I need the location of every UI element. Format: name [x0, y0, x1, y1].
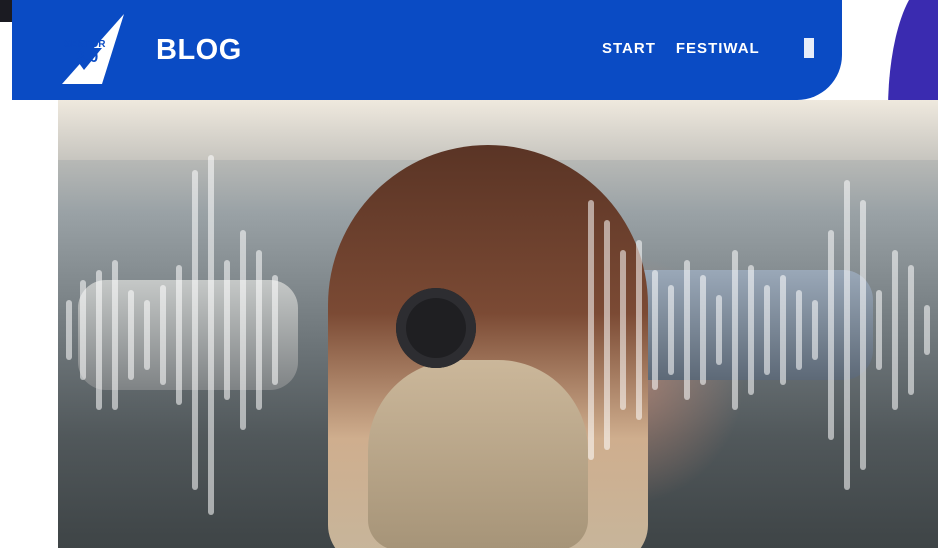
- hero-image: [58, 100, 938, 548]
- nav-festiwal-link[interactable]: FESTIWAL: [676, 40, 760, 57]
- nav-overflow-fragment: [804, 38, 814, 58]
- blog-title[interactable]: BLOG: [156, 34, 242, 67]
- logo-text-bottom: 3.0: [76, 49, 98, 66]
- waveform-overlay-icon: [66, 155, 930, 515]
- nav-start-link[interactable]: START: [602, 40, 656, 57]
- site-header: SEKTOR 3.0 BLOG START FESTIWAL: [12, 0, 842, 100]
- main-nav: START FESTIWAL: [602, 40, 760, 57]
- sektor-logo-icon[interactable]: SEKTOR 3.0: [62, 14, 124, 84]
